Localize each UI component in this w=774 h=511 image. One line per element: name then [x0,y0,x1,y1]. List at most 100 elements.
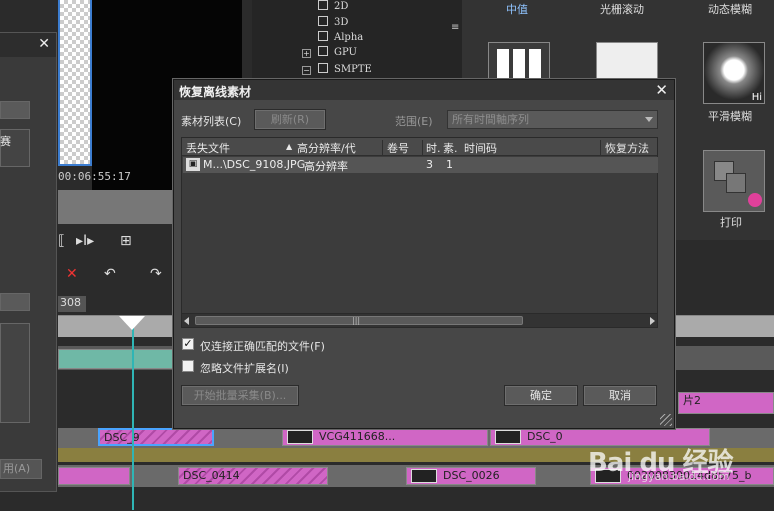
effect-label-smooth-blur: 平滑模糊 [708,110,752,123]
panel-menu-icon[interactable]: ≡ [451,22,459,33]
player-timecode: 00:06:55:17 [58,170,131,183]
timeline-clip[interactable]: DSC_0414 [178,467,328,485]
scope-select[interactable]: 所有时間軸序列 [447,110,658,129]
ignore-ext-checkbox[interactable] [182,360,194,372]
effect-title-motion-blur[interactable]: 动态模糊 [708,1,752,17]
image-file-icon: ▣ [186,158,200,171]
col-restore-method[interactable]: 恢复方法 [600,140,649,156]
playhead-line[interactable] [132,320,134,510]
effect-label-print: 打印 [720,216,742,229]
left-dialog-label: 赛 [0,135,11,148]
tree-item-label: GPU [334,47,357,58]
tree-item-label: SMPTE [334,64,372,75]
tree-item-2d[interactable]: 2D [318,0,348,12]
left-dialog-box-2 [0,323,30,423]
cancel-button[interactable]: 取消 [583,385,657,406]
player-controls: ⟦ ▸I▸ ⊞ [58,228,178,258]
collapse-icon[interactable]: − [302,66,311,75]
left-dialog-titlebar: ✕ [0,33,56,57]
mark-in-icon[interactable]: ⟦ [58,233,65,249]
delete-icon[interactable]: ✕ [66,266,78,282]
match-only-checkbox[interactable]: ✓ [182,338,194,350]
dialog-titlebar[interactable]: 恢复离线素材 ✕ [174,80,674,100]
clip-label: DSC_0026 [443,469,500,482]
effect-title-median[interactable]: 中值 [506,1,528,17]
col-timecode[interactable]: 时间码 [464,140,497,156]
playhead-handle[interactable] [119,316,145,330]
folder-icon [318,0,328,10]
table-row[interactable]: ▣ M...\DSC_9108.JPG 高分辨率 3 1 [183,157,658,173]
folder-icon [318,46,328,56]
batch-capture-button[interactable]: 开始批量采集(B)... [181,385,299,406]
cell-t: 3 [426,158,433,171]
close-icon[interactable]: ✕ [655,81,668,99]
tree-item-label: 3D [334,17,349,28]
col-t[interactable]: 时. [422,140,441,156]
refresh-button[interactable]: 刷新(R) [254,109,326,130]
scroll-left-icon[interactable] [184,317,189,325]
left-dialog-field[interactable] [0,101,30,119]
sequence-tab[interactable]: 308 [58,296,86,312]
watermark-url: jingyan.baidu.com [628,470,730,483]
tree-item-label: Alpha [334,32,364,43]
undo-icon[interactable]: ↶ [104,266,116,282]
col-reel[interactable]: 卷号 [382,140,409,156]
clip-label: VCG411668... [319,430,396,443]
timeline-clip[interactable] [58,467,130,485]
tree-item-alpha[interactable]: Alpha [318,31,363,43]
col-resolution[interactable]: 高分辨率/代 [297,140,356,156]
cell-file: M...\DSC_9108.JPG [203,158,306,171]
scope-select-value: 所有时間軸序列 [452,113,529,126]
effect-title-raster[interactable]: 光栅滚动 [600,1,644,17]
chevron-down-icon [645,117,653,122]
effect-thumb-smooth-blur[interactable]: Hi [703,42,765,104]
scope-label: 范围(E) [395,115,433,128]
timeline-toolbar: ✕ ↶ ↷ [58,262,178,292]
insert-icon[interactable]: ⊞ [120,233,132,249]
folder-open-icon [318,63,328,73]
col-missing-file[interactable]: 丢失文件 [186,140,230,156]
left-side-dialog: ✕ 赛 用(A) [0,32,57,492]
missing-files-table: 丢失文件 ▲ 高分辨率/代 卷号 时. 素. 时间码 恢复方法 ▣ M...\D… [181,137,658,328]
left-dialog-close-icon[interactable]: ✕ [38,36,50,52]
timeline-clip[interactable]: VCG411668... [282,428,488,446]
grip-icon: ||| [352,316,361,325]
clip-label: DSC_9 [104,431,140,444]
resize-grip-icon[interactable] [660,414,672,426]
tree-item-smpte[interactable]: SMPTE [318,63,372,75]
clip-thumbnail [495,430,521,444]
ok-button[interactable]: 确定 [504,385,578,406]
scroll-right-icon[interactable] [650,317,655,325]
expand-icon[interactable]: + [302,49,311,58]
tree-item-3d[interactable]: 3D [318,16,348,28]
effect-thumb-print[interactable] [703,150,765,212]
horizontal-scrollbar[interactable]: ||| [182,313,657,327]
clip-thumbnail [287,430,313,444]
set-in-icon[interactable]: ▸I▸ [76,233,94,249]
timeline-clip[interactable]: DSC_0026 [406,467,536,485]
folder-icon [318,31,328,41]
tree-item-gpu[interactable]: GPU [318,46,357,58]
restore-offline-clip-dialog: 恢复离线素材 ✕ 素材列表(C) 刷新(R) 范围(E) 所有时間軸序列 丢失文… [173,79,675,429]
clip-list-label: 素材列表(C) [181,115,242,128]
table-header: 丢失文件 ▲ 高分辨率/代 卷号 时. 素. 时间码 恢复方法 [182,138,657,156]
timeline-clip[interactable]: 片2 [678,392,774,414]
clip-thumbnail [411,469,437,483]
ignore-ext-label[interactable]: 忽略文件扩展名(I) [200,360,289,376]
left-dialog-field-2[interactable] [0,293,30,311]
hi-badge: Hi [751,92,762,103]
tree-item-label: 2D [334,1,349,12]
folder-icon [318,16,328,26]
col-s[interactable]: 素. [443,140,458,156]
apply-button[interactable]: 用(A) [0,459,42,479]
clip-label: DSC_0414 [183,469,240,482]
scrollbar-thumb[interactable]: ||| [195,316,523,325]
dialog-title: 恢复离线素材 [179,85,252,99]
timeline-clip-selected[interactable]: DSC_9 [98,428,214,446]
cell-s: 1 [446,158,453,171]
redo-icon[interactable]: ↷ [150,266,162,282]
sort-asc-icon: ▲ [286,142,293,151]
clip-label: DSC_0 [527,430,563,443]
preview-checkerboard [58,0,92,166]
match-only-label[interactable]: 仅连接正确匹配的文件(F) [200,338,325,354]
